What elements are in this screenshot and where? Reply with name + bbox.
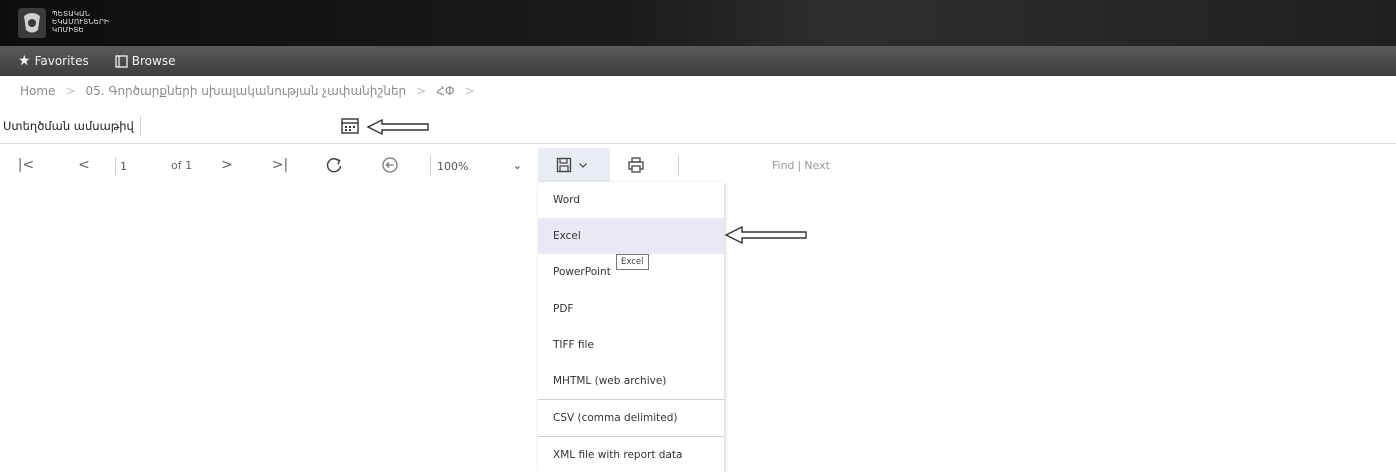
- first-page-icon: |<: [17, 157, 35, 173]
- find-controls: Find | Next: [772, 159, 830, 172]
- back-to-parent-button[interactable]: [378, 148, 402, 182]
- export-option-excel[interactable]: Excel: [538, 218, 724, 254]
- nav-browse[interactable]: Browse: [115, 54, 176, 68]
- tooltip: Excel: [616, 254, 649, 270]
- export-option-word[interactable]: Word: [538, 182, 724, 218]
- zoom-value: 100%: [437, 159, 469, 173]
- export-option-pdf[interactable]: PDF: [538, 291, 724, 327]
- logo-icon: [18, 8, 46, 38]
- export-menu: Word Excel PowerPoint PDF TIFF file MHTM…: [538, 182, 724, 472]
- folder-icon: [115, 54, 128, 68]
- back-arrow-circle-icon: [382, 157, 398, 173]
- export-option-csv[interactable]: CSV (comma delimited): [538, 400, 724, 436]
- calendar-icon[interactable]: [340, 117, 360, 135]
- find-input[interactable]: [678, 156, 768, 176]
- first-page-button[interactable]: |<: [14, 148, 38, 182]
- export-button[interactable]: [538, 148, 610, 182]
- breadcrumb-home[interactable]: Home: [20, 84, 55, 98]
- zoom-select[interactable]: 100% ⌄: [430, 156, 524, 176]
- toolbar-divider: [0, 143, 1396, 144]
- last-page-button[interactable]: >|: [268, 148, 292, 182]
- nav-bar: ★ Favorites Browse: [0, 46, 1396, 76]
- last-page-icon: >|: [271, 157, 289, 173]
- export-option-tiff[interactable]: TIFF file: [538, 327, 724, 363]
- save-icon: [556, 157, 572, 173]
- export-option-xml[interactable]: XML file with report data: [538, 437, 724, 472]
- next-page-button[interactable]: >: [215, 148, 239, 182]
- chevron-right-icon: >: [221, 157, 233, 173]
- refresh-icon: [326, 157, 342, 173]
- find-link[interactable]: Find: [772, 159, 795, 172]
- refresh-button[interactable]: [322, 148, 346, 182]
- logo-text: ՊԵՏԱԿԱՆ ԵԿԱՄՈՒՏՆԵՐԻ ԿՈՄԻՏԵ: [52, 10, 110, 34]
- nav-favorites[interactable]: ★ Favorites: [18, 53, 89, 69]
- find-separator: |: [797, 159, 802, 172]
- breadcrumb-folder[interactable]: 05. Գործարքների սխալականության չափանիշնե…: [86, 84, 407, 98]
- breadcrumb-current: ՀՓ: [436, 84, 455, 98]
- breadcrumb: Home > 05. Գործարքների սխալականության չա…: [20, 84, 475, 98]
- previous-page-button[interactable]: <: [72, 148, 96, 182]
- nav-browse-label: Browse: [131, 54, 176, 68]
- parameter-row: Ստեղծման ամսաթիվ: [0, 114, 1396, 138]
- chevron-down-icon: ⌄: [512, 159, 522, 172]
- printer-icon: [628, 157, 644, 173]
- top-header: ՊԵՏԱԿԱՆ ԵԿԱՄՈՒՏՆԵՐԻ ԿՈՄԻՏԵ: [0, 0, 1396, 46]
- report-toolbar: |< < of 1 > >| 100% ⌄: [0, 148, 1396, 182]
- nav-favorites-label: Favorites: [34, 54, 89, 68]
- param-date-label: Ստեղծման ամսաթիվ: [3, 119, 134, 133]
- page-count-label: of 1: [171, 159, 193, 172]
- print-button[interactable]: [624, 148, 648, 182]
- param-date-input[interactable]: [140, 116, 332, 136]
- chevron-left-icon: <: [78, 157, 90, 173]
- export-option-mhtml[interactable]: MHTML (web archive): [538, 363, 724, 399]
- next-link[interactable]: Next: [804, 159, 830, 172]
- breadcrumb-separator: >: [464, 84, 475, 98]
- star-icon: ★: [18, 53, 31, 69]
- breadcrumb-separator: >: [416, 84, 427, 98]
- annotation-arrow-icon: [724, 225, 807, 245]
- annotation-arrow-icon: [366, 118, 429, 136]
- chevron-down-icon: [579, 163, 587, 168]
- page-number-input[interactable]: [115, 157, 163, 175]
- breadcrumb-separator: >: [65, 84, 76, 98]
